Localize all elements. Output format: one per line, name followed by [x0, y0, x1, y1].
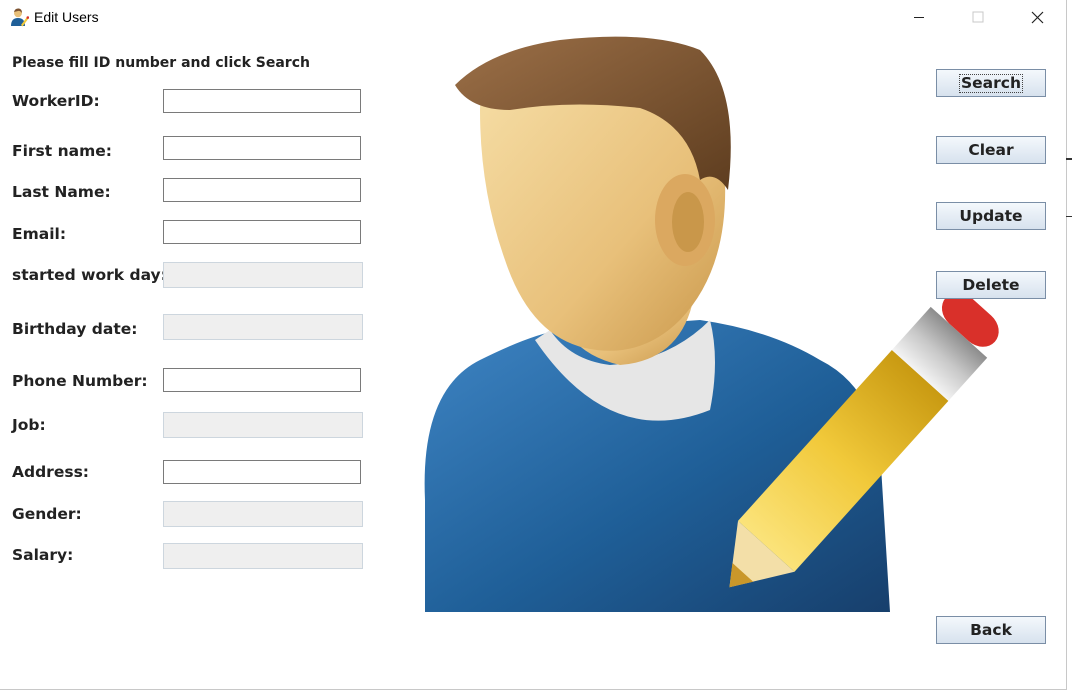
- delete-button[interactable]: Delete: [936, 271, 1046, 299]
- maximize-icon: [972, 11, 984, 23]
- window-title: Edit Users: [34, 9, 99, 25]
- gender-field: [163, 501, 363, 527]
- background-window-edge: [1066, 158, 1072, 160]
- close-icon: [1031, 11, 1043, 23]
- clear-button-label: Clear: [968, 141, 1014, 159]
- salary-label: Salary:: [12, 546, 74, 564]
- back-button[interactable]: Back: [936, 616, 1046, 644]
- first-name-input[interactable]: [163, 136, 361, 160]
- edit-users-window: Edit Users Please fill ID number and cli…: [0, 0, 1067, 690]
- birthday-date-field: [163, 314, 363, 340]
- background-window-edge: [1066, 216, 1072, 217]
- update-button[interactable]: Update: [936, 202, 1046, 230]
- job-label: Job:: [12, 416, 46, 434]
- clear-button[interactable]: Clear: [936, 136, 1046, 164]
- minimize-button[interactable]: [890, 0, 948, 34]
- email-label: Email:: [12, 225, 67, 243]
- address-label: Address:: [12, 463, 89, 481]
- worker-id-label: WorkerID:: [12, 92, 100, 110]
- worker-id-input[interactable]: [163, 89, 361, 113]
- job-field: [163, 412, 363, 438]
- search-button[interactable]: Search: [936, 69, 1046, 97]
- first-name-label: First name:: [12, 142, 112, 160]
- user-with-pencil-illustration: [424, 36, 999, 612]
- phone-number-label: Phone Number:: [12, 372, 148, 390]
- address-input[interactable]: [163, 460, 361, 484]
- gender-label: Gender:: [12, 505, 82, 523]
- email-input[interactable]: [163, 220, 361, 244]
- minimize-icon: [914, 17, 924, 18]
- started-work-day-field: [163, 262, 363, 288]
- birthday-date-label: Birthday date:: [12, 320, 138, 338]
- salary-field: [163, 543, 363, 569]
- last-name-label: Last Name:: [12, 183, 111, 201]
- instruction-text: Please fill ID number and click Search: [12, 55, 310, 71]
- phone-number-input[interactable]: [163, 368, 361, 392]
- title-bar: Edit Users: [0, 0, 1066, 34]
- last-name-input[interactable]: [163, 178, 361, 202]
- maximize-button[interactable]: [949, 0, 1007, 34]
- update-button-label: Update: [959, 207, 1023, 225]
- user-edit-icon: [11, 8, 29, 27]
- search-button-label: Search: [958, 73, 1023, 93]
- started-work-day-label: started work day:: [12, 266, 167, 284]
- back-button-label: Back: [970, 621, 1012, 639]
- close-button[interactable]: [1008, 0, 1066, 34]
- delete-button-label: Delete: [962, 276, 1020, 294]
